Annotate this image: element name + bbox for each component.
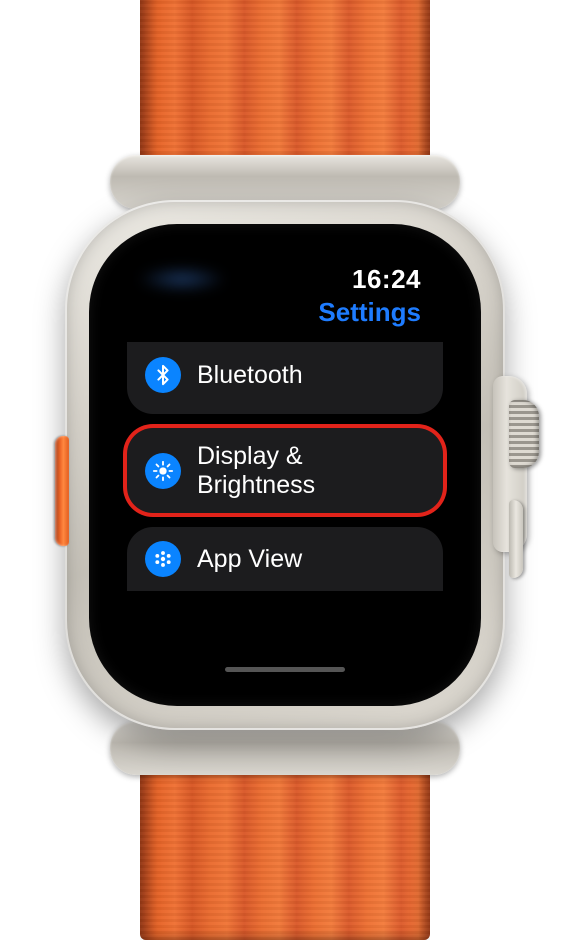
settings-list[interactable]: Bluetooth	[127, 342, 443, 661]
bluetooth-icon	[145, 357, 181, 393]
settings-row-label: Bluetooth	[197, 361, 303, 390]
page-title: Settings	[127, 297, 443, 328]
brightness-icon	[145, 453, 181, 489]
home-indicator	[225, 667, 345, 672]
digital-crown[interactable]	[509, 400, 539, 468]
status-blur	[137, 266, 227, 292]
app-view-icon	[145, 541, 181, 577]
watch-case: 16:24 Settings Bluetooth	[65, 200, 505, 730]
status-time: 16:24	[352, 264, 421, 295]
screen: 16:24 Settings Bluetooth	[107, 242, 463, 688]
settings-row-bluetooth[interactable]: Bluetooth	[127, 342, 443, 414]
action-button[interactable]	[55, 436, 69, 546]
settings-row-label: App View	[197, 545, 302, 574]
settings-row-app-view[interactable]: App View	[127, 527, 443, 591]
side-button[interactable]	[509, 500, 523, 578]
screen-bezel: 16:24 Settings Bluetooth	[89, 224, 481, 706]
settings-row-label: Display & Brightness	[197, 442, 425, 499]
settings-row-display-brightness[interactable]: Display & Brightness	[127, 428, 443, 513]
